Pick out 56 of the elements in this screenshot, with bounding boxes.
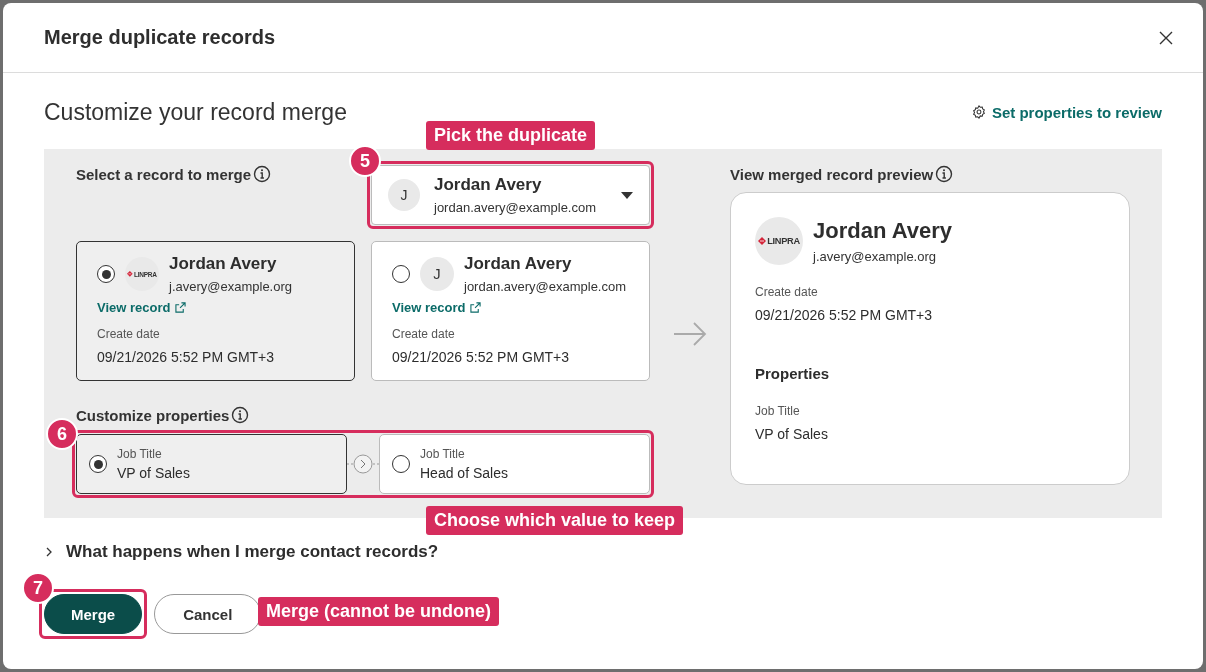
callout-label: Choose which value to keep	[426, 506, 684, 535]
field-value: 09/21/2026 5:52 PM GMT+3	[97, 349, 276, 365]
field-label: Job Title	[117, 447, 163, 461]
gear-icon	[971, 105, 986, 119]
property-option[interactable]: Job Title VP of Sales	[76, 434, 347, 494]
callout-label: Merge (cannot be undone)	[258, 597, 499, 626]
step-badge: 7	[22, 572, 54, 604]
field-value: VP of Sales	[755, 426, 829, 442]
info-icon[interactable]	[231, 406, 250, 424]
field-label: Job Title	[420, 447, 466, 461]
field-label: Create date	[755, 285, 819, 299]
avatar: J	[388, 179, 420, 211]
record-card[interactable]: J Jordan Avery jordan.avery@example.com View record Create date 09/21/2026 5:52 PM GMT+3	[371, 241, 650, 381]
field-label: View merged record preview	[730, 165, 934, 183]
record-dropdown[interactable]: J Jordan Avery jordan.avery@example.com	[371, 165, 650, 225]
contact-email: j.avery@example.org	[813, 249, 938, 264]
view-record-link[interactable]: View record	[392, 300, 482, 315]
contact-email: j.avery@example.org	[169, 279, 294, 294]
arrow-icon	[673, 321, 707, 346]
settings-link[interactable]: Set properties to review	[971, 103, 1162, 121]
contact-email: jordan.avery@example.com	[464, 279, 628, 294]
field-label: Customize properties	[76, 406, 230, 424]
contact-name: Jordan Avery	[813, 218, 953, 244]
step-badge: 6	[46, 418, 78, 450]
connector-icon	[347, 454, 379, 474]
external-link-icon	[175, 302, 187, 313]
contact-name: Jordan Avery	[169, 254, 278, 274]
contact-name: Jordan Avery	[464, 254, 573, 274]
radio-button[interactable]	[392, 455, 410, 473]
field-label: Job Title	[755, 404, 801, 418]
field-value: 09/21/2026 5:52 PM GMT+3	[755, 307, 934, 323]
radio-button[interactable]	[392, 265, 410, 283]
avatar: J	[420, 257, 454, 291]
field-label: Select a record to merge	[76, 165, 252, 183]
company-logo: LINPRA	[755, 217, 803, 265]
disclosure-toggle[interactable]: What happens when I merge contact records?	[44, 542, 439, 562]
step-badge: 5	[349, 145, 381, 177]
view-record-link[interactable]: View record	[97, 300, 187, 315]
callout-label: Pick the duplicate	[426, 121, 596, 150]
field-value: Head of Sales	[420, 465, 508, 481]
info-icon[interactable]	[253, 165, 272, 183]
field-value: VP of Sales	[117, 465, 190, 481]
info-icon[interactable]	[935, 165, 954, 183]
field-label: Create date	[97, 327, 161, 341]
caret-icon	[621, 191, 633, 199]
merge-button[interactable]: Merge	[44, 594, 143, 634]
chevron-icon	[44, 546, 54, 558]
section-title: Properties	[755, 365, 831, 382]
field-value: 09/21/2026 5:52 PM GMT+3	[392, 349, 571, 365]
dialog-title: Merge duplicate records	[44, 26, 276, 49]
external-link-icon	[470, 302, 482, 313]
radio-button[interactable]	[89, 455, 107, 473]
field-label: Create date	[392, 327, 456, 341]
section-heading: Customize your record merge	[44, 98, 347, 126]
property-option[interactable]: Job Title Head of Sales	[379, 434, 650, 494]
radio-button[interactable]	[97, 265, 115, 283]
